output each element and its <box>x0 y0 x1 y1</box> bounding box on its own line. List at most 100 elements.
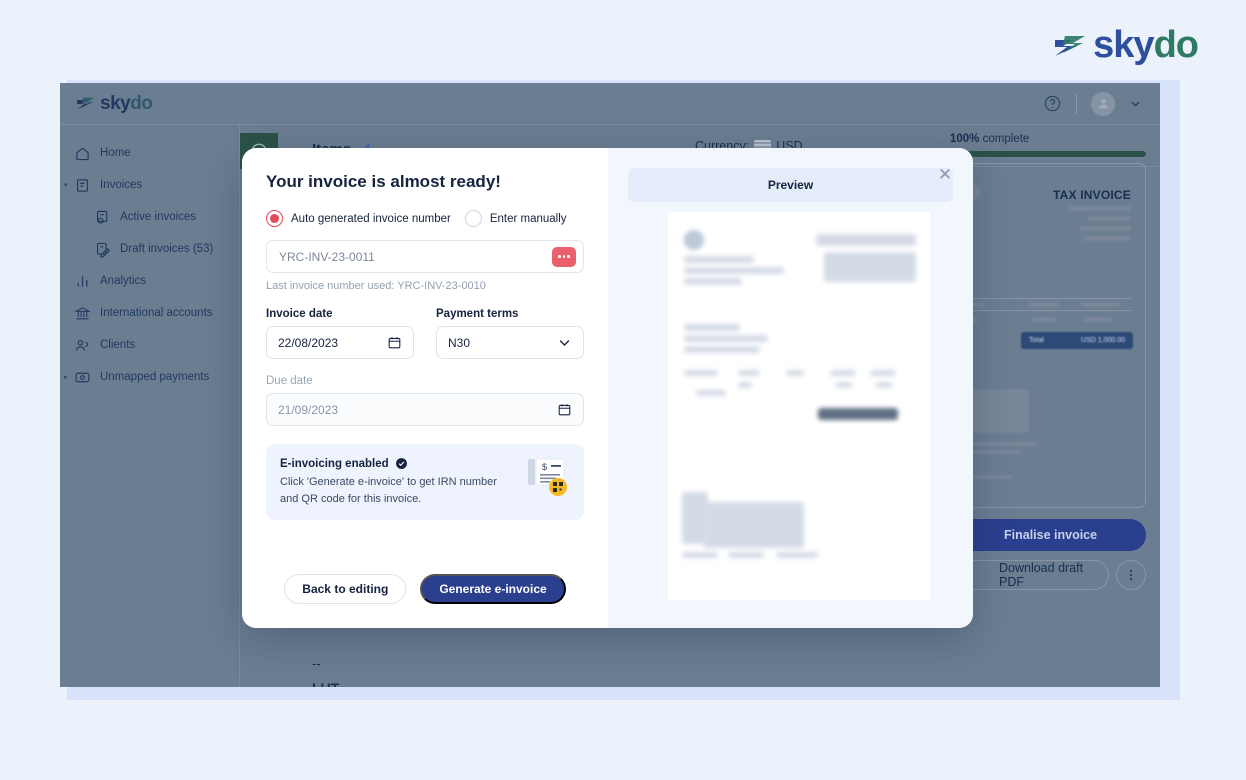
payment-terms-select[interactable]: N30 <box>436 326 584 359</box>
redacted-text <box>876 382 892 388</box>
invoice-qr-glyph: $ <box>528 458 567 496</box>
modal-preview-panel: ✕ Preview <box>608 148 973 628</box>
redacted-text <box>684 346 760 353</box>
invoice-date-value: 22/08/2023 <box>278 335 339 350</box>
back-to-editing-button[interactable]: Back to editing <box>284 574 407 604</box>
modal-left-panel: Your invoice is almost ready! Auto gener… <box>242 148 608 628</box>
sidebar-item-international-accounts[interactable]: International accounts <box>60 297 239 329</box>
progress-percent: 100% <box>950 133 980 145</box>
home-icon <box>76 146 89 160</box>
redacted-text <box>1083 236 1131 241</box>
invoice-date-input[interactable]: 22/08/2023 <box>266 326 414 359</box>
redacted-text <box>971 302 985 307</box>
sidebar-item-unmapped-payments[interactable]: ▸ Unmapped payments <box>60 361 239 393</box>
screenshot-root: skydo skydo Home ▾ Invoices Active invoi… <box>0 0 1246 780</box>
finalise-invoice-label: Finalise invoice <box>1004 528 1098 542</box>
app-header: skydo <box>60 83 1160 125</box>
generate-einvoice-modal: Your invoice is almost ready! Auto gener… <box>242 148 973 628</box>
expand-caret-icon: ▸ <box>64 374 68 381</box>
lower-dash-text: -- <box>312 656 321 671</box>
sidebar-item-invoices[interactable]: ▾ Invoices <box>60 169 239 201</box>
due-date-field: Due date 21/09/2023 <box>266 375 584 426</box>
redacted-text <box>684 267 784 274</box>
app-logo[interactable]: skydo <box>76 93 153 115</box>
redacted-logo <box>684 230 704 250</box>
download-draft-pdf-label: Download draft PDF <box>999 561 1084 589</box>
radio-unselected-icon <box>464 210 482 227</box>
einvoicing-text-wrap: E-invoicing enabled Click 'Generate e-in… <box>280 457 514 507</box>
invoice-number-input[interactable]: YRC-INV-23-0011 <box>266 240 584 273</box>
payment-terms-field: Payment terms N30 <box>436 308 584 359</box>
redacted-text <box>1029 302 1059 307</box>
redacted-text <box>696 390 726 396</box>
redacted-text <box>684 324 740 331</box>
sidebar-item-draft-invoices[interactable]: Draft invoices (53) <box>60 233 239 265</box>
due-date-value: 21/09/2023 <box>278 402 339 417</box>
redacted-text <box>1083 317 1113 322</box>
redacted-block <box>965 389 1029 433</box>
avatar-glyph <box>1098 99 1108 109</box>
sidebar-item-label: Draft invoices (53) <box>120 243 214 255</box>
generate-einvoice-button[interactable]: Generate e-invoice <box>420 574 566 604</box>
redacted-text <box>684 335 768 342</box>
payment-icon <box>75 372 90 382</box>
payment-terms-value: N30 <box>448 335 471 350</box>
invoice-preview-card: TAX INVOICE Total USD 1,000.00 <box>950 163 1146 508</box>
sidebar-item-label: International accounts <box>100 307 213 319</box>
lut-label: LUT <box>312 680 339 687</box>
analytics-bar-icon <box>77 276 88 286</box>
progress-track <box>950 151 1146 157</box>
svg-text:$: $ <box>542 462 547 472</box>
download-draft-pdf-button[interactable]: Download draft PDF <box>950 560 1109 590</box>
payment-terms-label: Payment terms <box>436 308 519 320</box>
date-terms-row: Invoice date 22/08/2023 Payment terms N3… <box>266 308 584 359</box>
chevron-down-icon[interactable] <box>1129 97 1142 110</box>
header-divider <box>1076 93 1077 114</box>
progress-fill <box>950 151 1146 157</box>
redacted-text <box>682 552 718 558</box>
sidebar-item-label: Unmapped payments <box>100 371 210 383</box>
redacted-text <box>1031 317 1057 322</box>
redacted-text <box>965 450 1021 454</box>
sidebar-item-label: Home <box>100 147 131 159</box>
people-icon <box>75 339 89 351</box>
progress-text: complete <box>982 133 1030 145</box>
invoice-card-title: TAX INVOICE <box>1053 188 1131 202</box>
redacted-text <box>830 370 856 376</box>
expand-caret-icon: ▾ <box>64 182 68 189</box>
redacted-text <box>684 278 742 285</box>
redacted-block <box>824 252 916 282</box>
close-icon[interactable]: ✕ <box>935 164 955 184</box>
sidebar-item-analytics[interactable]: Analytics <box>60 265 239 297</box>
redacted-text <box>870 370 896 376</box>
active-invoice-icon <box>96 210 108 224</box>
redacted-text <box>1087 216 1131 221</box>
sidebar-item-active-invoices[interactable]: Active invoices <box>60 201 239 233</box>
chevron-down-icon[interactable] <box>557 335 572 350</box>
sidebar-item-label: Analytics <box>100 275 147 287</box>
app-logo-mark <box>77 97 95 110</box>
due-date-input: 21/09/2023 <box>266 393 584 426</box>
sidebar-item-home[interactable]: Home <box>60 137 239 169</box>
modal-title: Your invoice is almost ready! <box>266 172 501 191</box>
more-vertical-icon[interactable] <box>1116 560 1146 590</box>
redacted-text <box>1081 302 1121 307</box>
redacted-text <box>965 442 1037 446</box>
header-actions <box>1043 91 1142 116</box>
sidebar-item-clients[interactable]: Clients <box>60 329 239 361</box>
ellipsis-badge-icon[interactable] <box>552 246 576 267</box>
skydo-brand-logo: skydo <box>1053 24 1199 67</box>
redacted-text <box>786 370 804 376</box>
radio-auto-generated[interactable]: Auto generated invoice number <box>266 210 451 227</box>
finalise-invoice-button[interactable]: Finalise invoice <box>950 519 1146 551</box>
sidebar-item-label: Invoices <box>100 179 143 191</box>
redacted-text <box>1079 226 1131 231</box>
user-avatar-icon[interactable] <box>1091 91 1115 116</box>
radio-enter-manually[interactable]: Enter manually <box>464 210 567 227</box>
redacted-text <box>776 552 818 558</box>
redacted-text <box>1069 206 1131 211</box>
question-circle-icon[interactable] <box>1043 94 1062 113</box>
calendar-icon[interactable] <box>387 335 402 350</box>
invoice-number-value: YRC-INV-23-0011 <box>279 249 375 264</box>
radio-selected-icon <box>266 210 283 227</box>
